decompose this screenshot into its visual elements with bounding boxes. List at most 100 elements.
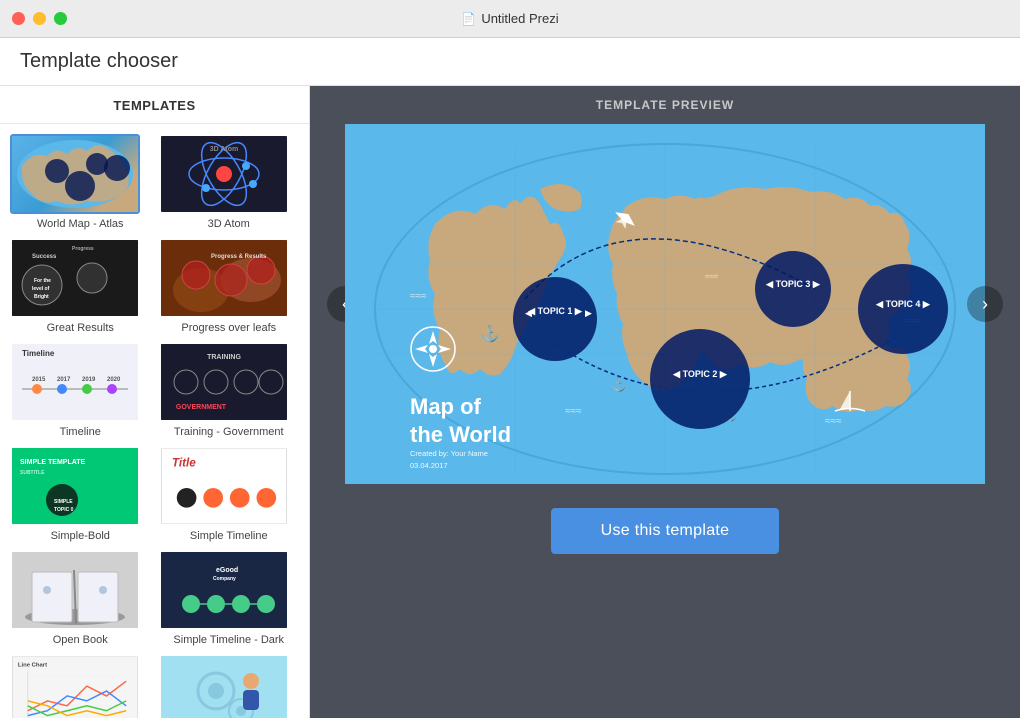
svg-text:≈≈≈: ≈≈≈ [565, 406, 582, 417]
line-chart-thumb-svg: Line Chart [13, 656, 137, 718]
svg-text:SIMPLE: SIMPLE [54, 499, 73, 505]
template-thumb-progress-leafs: Progress & Results [159, 238, 289, 318]
template-item-training-gov[interactable]: GOVERNMENT TRAINING Training - Governmen… [159, 342, 300, 438]
window-title-text: Untitled Prezi [481, 11, 558, 26]
svg-text:3D Atom: 3D Atom [209, 146, 238, 153]
template-item-future[interactable]: Future [159, 654, 300, 718]
maximize-button[interactable] [54, 12, 67, 25]
svg-text:◀: ◀ [525, 308, 532, 318]
template-item-world-map[interactable]: World Map - Atlas [10, 134, 151, 230]
template-thumb-3d-atom: 3D Atom [159, 134, 289, 214]
file-icon: 📄 [461, 12, 476, 26]
sidebar-header: TEMPLATES [0, 86, 309, 124]
svg-text:For the: For the [34, 278, 51, 284]
training-gov-thumb-svg: GOVERNMENT TRAINING [161, 344, 287, 420]
template-label-world-map: World Map - Atlas [10, 218, 151, 230]
next-arrow[interactable]: › [967, 286, 1003, 322]
svg-text:eGood: eGood [216, 567, 238, 574]
great-results-thumb-svg: Success Progress For the level of Bright [12, 240, 138, 316]
minimize-button[interactable] [33, 12, 46, 25]
template-thumb-timeline: Timeline 2015 2017 2019 2020 [10, 342, 140, 422]
svg-text:Map of: Map of [410, 394, 482, 419]
svg-text:≈≈≈: ≈≈≈ [825, 416, 842, 427]
svg-text:◀ TOPIC 1 ▶: ◀ TOPIC 1 ▶ [527, 306, 583, 316]
svg-text:Progress & Results: Progress & Results [211, 254, 267, 260]
template-thumb-training-gov: GOVERNMENT TRAINING [159, 342, 289, 422]
template-item-3d-atom[interactable]: 3D Atom 3D Atom [159, 134, 300, 230]
progress-leafs-thumb-svg: Progress & Results [161, 240, 287, 316]
svg-text:Company: Company [213, 576, 236, 582]
svg-text:2020: 2020 [107, 377, 121, 383]
map-preview: ≈≈≈ ≈≈≈ ≈≈≈ ≈≈≈ ≈≈≈ [345, 124, 985, 484]
svg-text:Success: Success [32, 254, 57, 260]
svg-text:TRAINING: TRAINING [207, 354, 241, 361]
simple-dark-thumb-svg: eGood Company [161, 552, 287, 628]
window-title: 📄 Untitled Prezi [461, 11, 558, 26]
svg-text:2017: 2017 [57, 377, 71, 383]
svg-text:2015: 2015 [32, 377, 46, 383]
template-thumb-simple-dark: eGood Company [159, 550, 289, 630]
template-item-simple-dark[interactable]: eGood Company Simple Timeline - Dark [159, 550, 300, 646]
svg-text:Line Chart: Line Chart [18, 662, 47, 668]
svg-text:≈≈≈: ≈≈≈ [410, 291, 427, 302]
sidebar: TEMPLATES World [0, 86, 310, 718]
svg-text:level of: level of [32, 286, 50, 292]
svg-text:TOPIC 0: TOPIC 0 [54, 507, 74, 513]
preview-header: TEMPLATE PREVIEW [310, 86, 1020, 124]
svg-text:GOVERNMENT: GOVERNMENT [175, 404, 226, 411]
svg-text:◀ TOPIC 4 ▶: ◀ TOPIC 4 ▶ [875, 299, 931, 309]
svg-text:≈≈≈: ≈≈≈ [705, 272, 719, 281]
map-preview-svg: ≈≈≈ ≈≈≈ ≈≈≈ ≈≈≈ ≈≈≈ [345, 124, 985, 484]
template-label-simple-bold: Simple-Bold [10, 530, 151, 542]
template-label-great-results: Great Results [10, 322, 151, 334]
svg-text:⚓: ⚓ [480, 324, 500, 343]
traffic-lights [12, 12, 67, 25]
template-label-simple-dark: Simple Timeline - Dark [159, 634, 300, 646]
template-thumb-great-results: Success Progress For the level of Bright [10, 238, 140, 318]
template-item-simple-bold[interactable]: SIMPLE TEMPLATE SUBTITLE SIMPLE TOPIC 0 … [10, 446, 151, 542]
use-template-button[interactable]: Use this template [551, 508, 780, 554]
template-item-progress-leafs[interactable]: Progress & Results Progress over leafs [159, 238, 300, 334]
template-item-simple-timeline[interactable]: Title Simple Timeline [159, 446, 300, 542]
template-thumb-world-map [10, 134, 140, 214]
preview-wrapper: ‹ [345, 124, 985, 484]
preview-area: TEMPLATE PREVIEW ‹ [310, 86, 1020, 718]
preview-container: ≈≈≈ ≈≈≈ ≈≈≈ ≈≈≈ ≈≈≈ [345, 124, 985, 484]
template-thumb-future [159, 654, 289, 718]
svg-text:SUBTITLE: SUBTITLE [20, 470, 45, 476]
svg-text:Timeline: Timeline [22, 349, 55, 358]
main-layout: TEMPLATES World [0, 86, 1020, 718]
template-thumb-simple-bold: SIMPLE TEMPLATE SUBTITLE SIMPLE TOPIC 0 [10, 446, 140, 526]
world-map-thumb-svg [12, 136, 138, 212]
atom-thumb-svg: 3D Atom [161, 136, 287, 212]
svg-text:SIMPLE TEMPLATE: SIMPLE TEMPLATE [20, 459, 86, 466]
template-item-line-chart[interactable]: Line Chart [10, 654, 151, 718]
svg-text:Title: Title [171, 455, 195, 469]
template-item-open-book[interactable]: Open Book [10, 550, 151, 646]
template-label-training-gov: Training - Government [159, 426, 300, 438]
template-label-timeline: Timeline [10, 426, 151, 438]
svg-text:the World: the World [410, 422, 511, 447]
page-title: Template chooser [20, 50, 1000, 73]
svg-text:2019: 2019 [82, 377, 96, 383]
template-label-simple-timeline: Simple Timeline [159, 530, 300, 542]
template-thumb-simple-timeline: Title [159, 446, 289, 526]
svg-text:Created by: Your Name: Created by: Your Name [410, 449, 488, 458]
template-thumb-line-chart: Line Chart [10, 654, 140, 718]
svg-text:◀ TOPIC 3 ▶: ◀ TOPIC 3 ▶ [765, 279, 821, 289]
future-thumb-svg [161, 656, 287, 718]
svg-text:◀ TOPIC 2 ▶: ◀ TOPIC 2 ▶ [672, 369, 728, 379]
templates-grid: World Map - Atlas 3D Atom [0, 124, 309, 718]
open-book-thumb-svg [12, 552, 138, 628]
template-item-timeline[interactable]: Timeline 2015 2017 2019 2020 [10, 342, 151, 438]
template-thumb-open-book [10, 550, 140, 630]
app-header: Template chooser [0, 38, 1020, 86]
svg-text:Progress: Progress [72, 246, 94, 252]
template-label-3d-atom: 3D Atom [159, 218, 300, 230]
template-label-progress-leafs: Progress over leafs [159, 322, 300, 334]
simple-timeline-thumb-svg: Title [162, 448, 286, 524]
close-button[interactable] [12, 12, 25, 25]
template-item-great-results[interactable]: Success Progress For the level of Bright… [10, 238, 151, 334]
timeline-thumb-svg: Timeline 2015 2017 2019 2020 [12, 344, 138, 420]
template-label-open-book: Open Book [10, 634, 151, 646]
